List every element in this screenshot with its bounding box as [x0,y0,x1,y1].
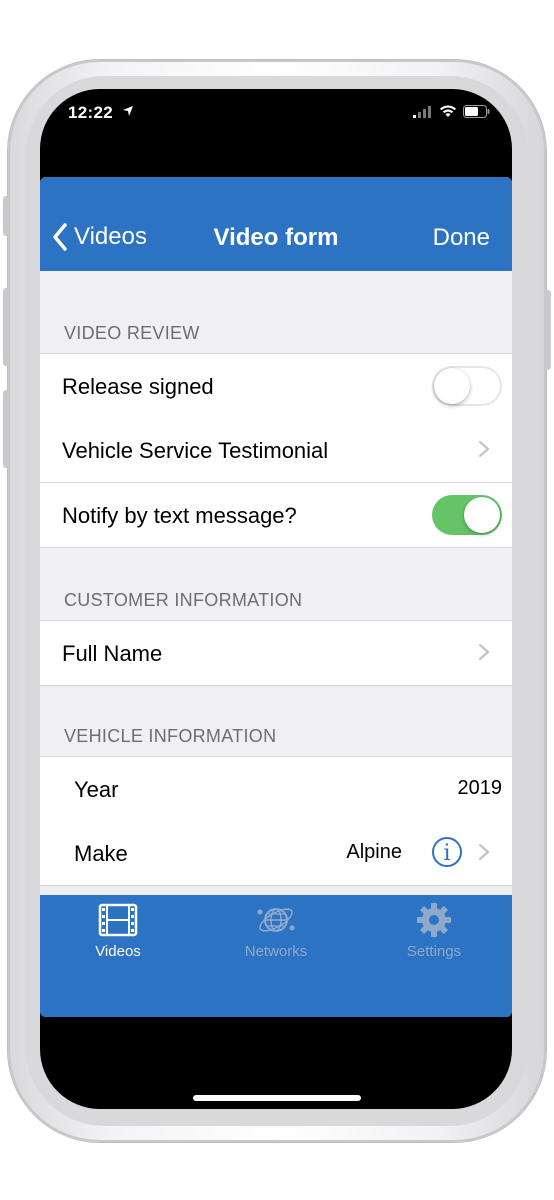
app-panel: Videos Video form Done VIDEO REVIEW Rele… [40,177,512,1017]
tab-bar: Videos Networks Settings [40,895,512,1017]
tab-videos-label: Videos [95,943,141,960]
cellular-signal-icon [413,105,431,118]
release-signed-label: Release signed [62,374,214,399]
info-icon[interactable]: i [432,837,462,867]
status-indicators [413,105,490,118]
mute-switch [3,196,9,236]
battery-icon [463,105,490,118]
make-label: Make [74,841,128,866]
full-name-label: Full Name [62,641,163,666]
testimonial-row[interactable]: Vehicle Service Testimonial [40,418,512,483]
tab-settings[interactable]: Settings [374,903,494,960]
section-header-customer: CUSTOMER INFORMATION [64,590,303,610]
notify-label: Notify by text message? [62,503,297,528]
wifi-icon [440,105,456,117]
release-signed-toggle[interactable] [432,366,502,406]
year-row[interactable]: Year 2019 [40,756,512,822]
navigation-bar: Videos Video form Done [40,177,512,271]
section-header-video-review: VIDEO REVIEW [64,323,200,343]
toggle-knob [464,497,500,533]
toggle-knob [434,368,470,404]
full-name-row[interactable]: Full Name [40,620,512,686]
tab-networks-label: Networks [244,943,308,960]
power-button [545,290,551,370]
phone-screen: 12:22 Videos Video form Done VIDEO REVIE… [40,89,512,1109]
tab-networks[interactable]: Networks [216,903,336,960]
tab-videos[interactable]: Videos [58,903,178,960]
volume-up-button [3,288,9,366]
film-icon [98,903,138,937]
make-row[interactable]: Make Alpine i [40,821,512,886]
year-value: 2019 [457,777,503,799]
notify-toggle[interactable] [432,495,502,535]
chevron-right-icon [478,843,490,861]
gear-icon [417,903,451,937]
notch [145,89,407,125]
release-signed-row: Release signed [40,353,512,419]
globe-network-icon [257,908,295,932]
location-arrow-icon [123,106,133,116]
done-button[interactable]: Done [433,224,490,252]
volume-down-button [3,390,9,468]
section-header-vehicle: VEHICLE INFORMATION [64,726,277,746]
chevron-right-icon [478,643,490,661]
home-indicator[interactable] [193,1095,361,1101]
chevron-right-icon [478,440,490,458]
year-label: Year [74,777,119,802]
status-time: 12:22 [68,103,113,122]
tab-settings-label: Settings [406,943,462,960]
notify-row: Notify by text message? [40,483,512,548]
testimonial-label: Vehicle Service Testimonial [62,438,329,463]
make-value: Alpine [346,841,402,863]
